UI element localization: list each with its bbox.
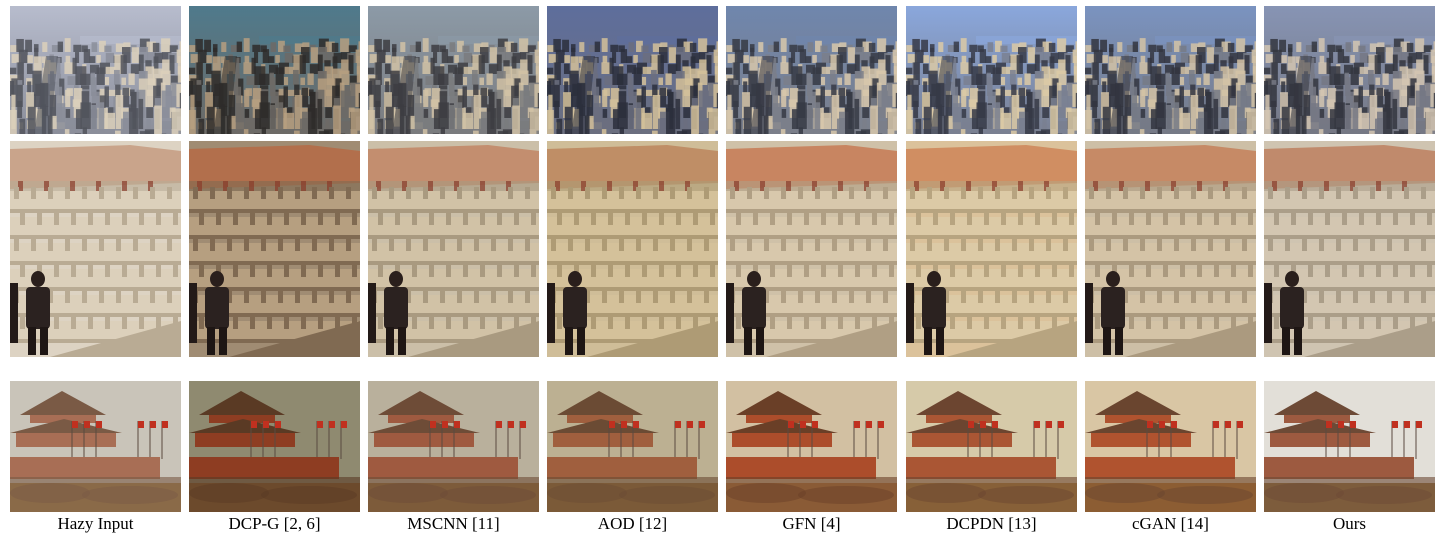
tiananmen-gate-image <box>1085 381 1256 512</box>
city-skyline-image <box>368 6 539 134</box>
method-column-cgan: cGAN [14] <box>1085 0 1256 539</box>
palace-balustrade-image <box>726 141 897 357</box>
tiananmen-gate-image <box>906 381 1077 512</box>
palace-balustrade-image <box>189 141 360 357</box>
method-column-hazy: Hazy Input <box>10 0 181 539</box>
palace-balustrade-image <box>547 141 718 357</box>
method-column-mscnn: MSCNN [11] <box>368 0 539 539</box>
tiananmen-gate-image <box>189 381 360 512</box>
palace-balustrade-image <box>10 141 181 357</box>
palace-balustrade-image <box>1264 141 1435 357</box>
tiananmen-gate-image <box>10 381 181 512</box>
palace-balustrade-image <box>906 141 1077 357</box>
method-column-aod: AOD [12] <box>547 0 718 539</box>
city-skyline-image <box>1085 6 1256 134</box>
city-skyline-image <box>906 6 1077 134</box>
method-caption: Ours <box>1332 514 1367 533</box>
method-column-dcpdn: DCPDN [13] <box>906 0 1077 539</box>
palace-balustrade-image <box>1085 141 1256 357</box>
city-skyline-image <box>1264 6 1435 134</box>
method-column-dcpg: DCP-G [2, 6] <box>189 0 360 539</box>
city-skyline-image <box>10 6 181 134</box>
method-column-ours: Ours <box>1264 0 1435 539</box>
tiananmen-gate-image <box>1264 381 1435 512</box>
city-skyline-image <box>726 6 897 134</box>
figure-grid: Hazy Input DCP-G [2, 6] MSCNN [11] AOD [12]… <box>0 0 1445 539</box>
city-skyline-image <box>547 6 718 134</box>
method-column-gfn: GFN [4] <box>726 0 897 539</box>
tiananmen-gate-image <box>726 381 897 512</box>
city-skyline-image <box>189 6 360 134</box>
tiananmen-gate-image <box>368 381 539 512</box>
tiananmen-gate-image <box>547 381 718 512</box>
palace-balustrade-image <box>368 141 539 357</box>
